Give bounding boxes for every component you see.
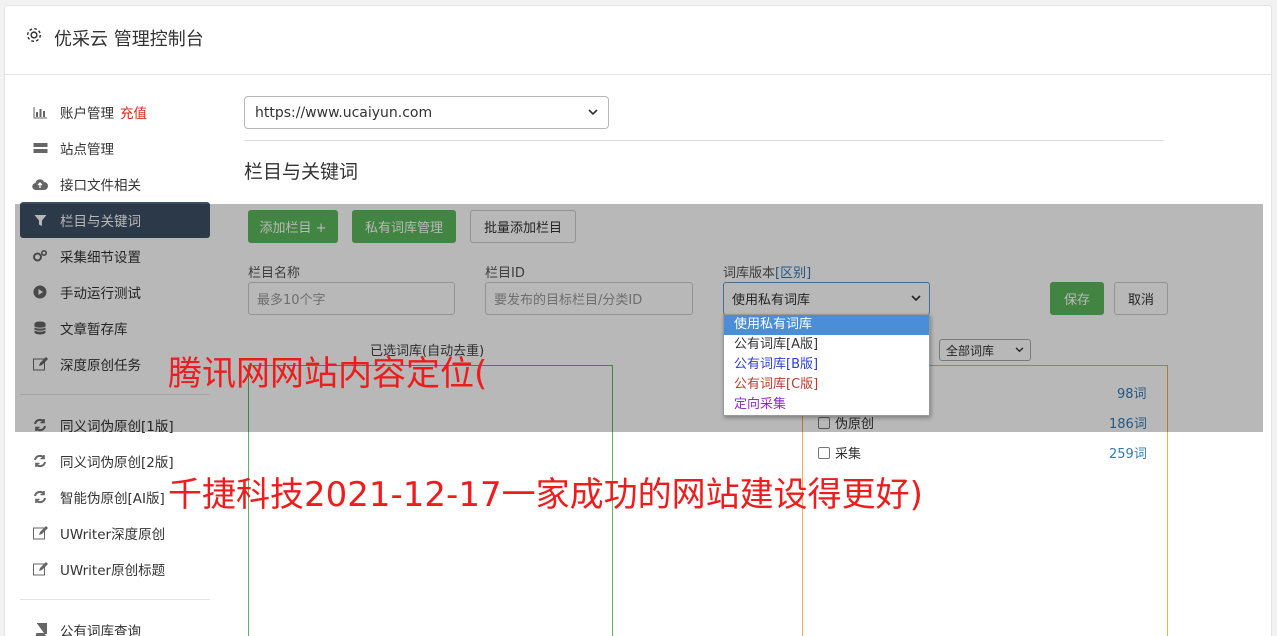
edit-icon bbox=[32, 561, 48, 577]
site-select-value: https://www.ucaiyun.com bbox=[255, 104, 433, 121]
sidebar-divider bbox=[20, 599, 210, 600]
sidebar-item-label: UWriter原创标题 bbox=[60, 563, 166, 579]
gear-icon bbox=[26, 27, 42, 43]
dropdown-option[interactable]: 公有词库[C版] bbox=[724, 375, 929, 395]
lib-item-label: 采集 bbox=[835, 447, 862, 462]
chevron-down-icon bbox=[588, 109, 598, 116]
lib-count: 259词 bbox=[1109, 447, 1147, 462]
backdrop-overlay bbox=[15, 204, 1263, 432]
refresh-icon bbox=[32, 453, 48, 469]
dropdown-option[interactable]: 公有词库[A版] bbox=[724, 335, 929, 355]
dropdown-option[interactable]: 定向采集 bbox=[724, 395, 929, 415]
dropdown-option[interactable]: 公有词库[B版] bbox=[724, 355, 929, 375]
bar-chart-icon bbox=[32, 104, 48, 120]
watermark-line-2: 千捷科技2021-12-17一家成功的网站建设得更好) bbox=[168, 475, 923, 515]
section-title: 栏目与关键词 bbox=[244, 161, 359, 183]
site-select[interactable]: https://www.ucaiyun.com bbox=[244, 96, 609, 129]
dropdown-option[interactable]: 使用私有词库 bbox=[724, 315, 929, 335]
header: 优采云 管理控制台 bbox=[5, 6, 1271, 75]
edit-icon bbox=[32, 525, 48, 541]
sidebar-item-label: 同义词伪原创[2版] bbox=[60, 455, 174, 471]
watermark-line-1: 腾讯网网站内容定位( bbox=[168, 354, 488, 394]
recharge-link[interactable]: 充值 bbox=[120, 102, 147, 122]
sidebar-item-label: 接口文件相关 bbox=[60, 178, 141, 194]
sidebar-item-label: 账户管理 bbox=[60, 106, 114, 122]
divider bbox=[244, 140, 1164, 141]
lib-version-dropdown: 使用私有词库 公有词库[A版] 公有词库[B版] 公有词库[C版] 定向采集 bbox=[723, 314, 930, 416]
sidebar-item-uwriter-title[interactable]: UWriter原创标题 bbox=[20, 551, 210, 587]
sidebar-item-label: 公有词库查询 bbox=[60, 624, 141, 636]
refresh-icon bbox=[32, 489, 48, 505]
server-icon bbox=[32, 140, 48, 156]
cloud-upload-icon bbox=[32, 176, 48, 192]
sidebar-item-account[interactable]: 账户管理 充值 bbox=[20, 94, 210, 130]
lib-item[interactable]: 采集 bbox=[818, 443, 861, 462]
book-icon bbox=[32, 622, 48, 636]
page-title: 优采云 管理控制台 bbox=[54, 29, 204, 50]
sidebar-item-label: 智能伪原创[AI版] bbox=[60, 491, 165, 507]
sidebar-item-uwriter-deep[interactable]: UWriter深度原创 bbox=[20, 515, 210, 551]
sidebar-item-label: 站点管理 bbox=[60, 142, 114, 158]
sidebar-item-label: UWriter深度原创 bbox=[60, 527, 166, 543]
sidebar-item-sites[interactable]: 站点管理 bbox=[20, 130, 210, 166]
sidebar-item-interface[interactable]: 接口文件相关 bbox=[20, 166, 210, 202]
sidebar-item-public-lib[interactable]: 公有词库查询 bbox=[20, 612, 210, 636]
lib-checkbox[interactable] bbox=[818, 446, 830, 459]
